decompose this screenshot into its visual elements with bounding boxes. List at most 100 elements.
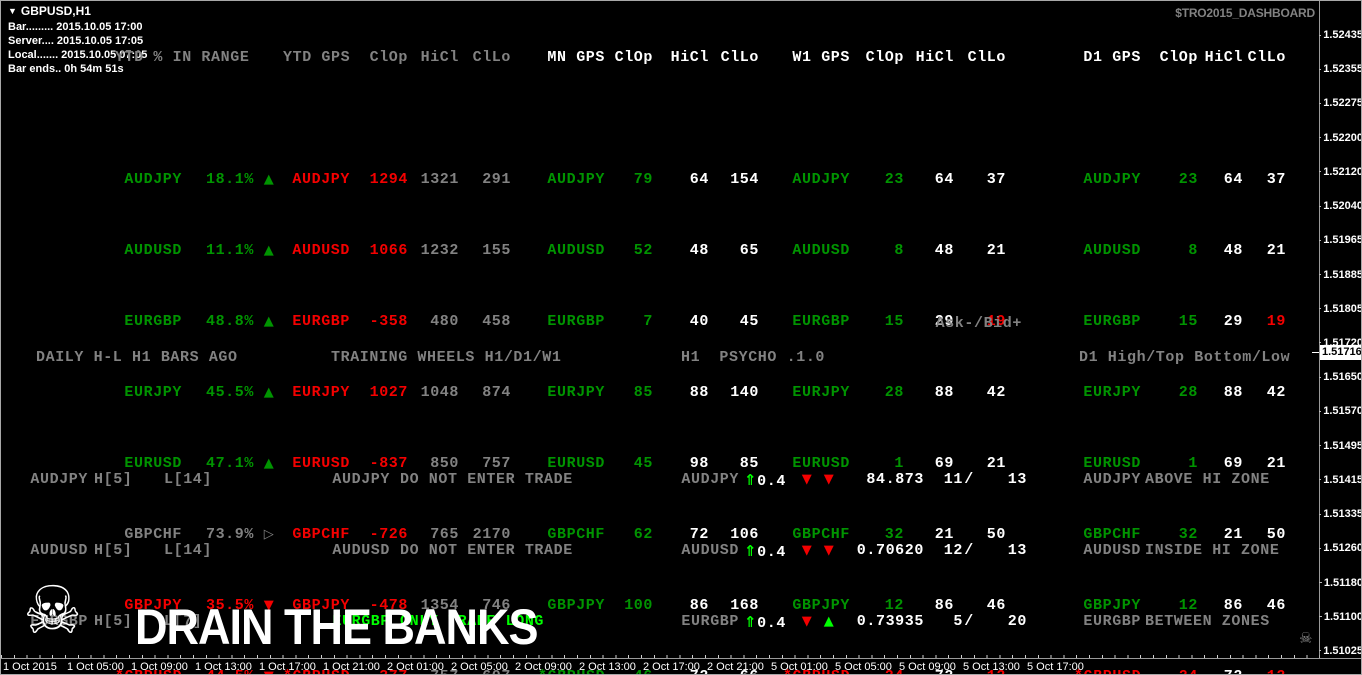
percent-cell: 18.1% bbox=[205, 171, 254, 188]
zone-cell: INSIDE HI ZONE bbox=[1145, 542, 1280, 559]
price-tick-label: 1.51415 bbox=[1319, 474, 1361, 486]
pair-cell: AUDJPY bbox=[30, 471, 88, 488]
chevron-arrow-icon: ▼ bbox=[801, 543, 813, 558]
pair-cell: AUDUSD bbox=[124, 242, 182, 259]
time-label: 1 Oct 09:00 bbox=[131, 661, 188, 673]
askbid-header: Ask-/Bid+ bbox=[935, 315, 1022, 332]
trend-arrow-icon: ▲ bbox=[263, 243, 275, 258]
cllo-cell: 37 bbox=[1266, 171, 1286, 188]
price-tick-label: 1.51335 bbox=[1319, 508, 1361, 520]
price-tick-label: 1.51650 bbox=[1319, 371, 1361, 383]
clop-cell: 79 bbox=[633, 171, 653, 188]
pair-cell: AUDJPY bbox=[547, 171, 605, 188]
table-row: AUDUSD 11.1% ▲ bbox=[115, 241, 284, 261]
time-label: 1 Oct 13:00 bbox=[195, 661, 252, 673]
clop-cell: 45 bbox=[633, 455, 653, 472]
cllo-cell: 37 bbox=[986, 171, 1006, 188]
hicl-cell: 64 bbox=[1223, 171, 1243, 188]
table-row: AUDJPY 23 64 37 bbox=[1074, 170, 1286, 190]
cllo-cell: 21 bbox=[986, 242, 1006, 259]
trend-arrow-icon: ▲ bbox=[263, 172, 275, 187]
time-label: 5 Oct 13:00 bbox=[963, 661, 1020, 673]
time-label: 5 Oct 01:00 bbox=[771, 661, 828, 673]
trend-arrow-icon: ▷ bbox=[263, 527, 275, 542]
clop-cell: 52 bbox=[633, 242, 653, 259]
pair-cell: EURGBP bbox=[1083, 613, 1141, 630]
momentum-cell: ⇑0.4 bbox=[739, 541, 796, 563]
price-scale[interactable]: 1.52435 1.52355 1.52275 1.52200 1.52120 … bbox=[1319, 29, 1361, 657]
pair-cell: AUDUSD bbox=[332, 542, 390, 559]
time-label: 2 Oct 17:00 bbox=[643, 661, 700, 673]
table-row: AUDUSD 8 48 21 bbox=[783, 241, 1006, 261]
d1-zones-table: D1 High/Top Bottom/Low AUDJPY ABOVE HI ZO… bbox=[1074, 314, 1290, 674]
hicl-cell: 48 bbox=[934, 242, 954, 259]
time-label: 1 Oct 17:00 bbox=[259, 661, 316, 673]
psycho-rows: AUDJPY ⇑0.4 ▼ ▼ 84.873 11/13 AUDUSD ⇑0.4 ▼ ▼ 0.70… bbox=[672, 402, 1027, 674]
table-row: AUDUSD 8 48 21 bbox=[1074, 241, 1286, 261]
chevron-arrow-icon: ▼ bbox=[801, 614, 813, 629]
table-row: AUDUSD DO NOT ENTER TRADE bbox=[323, 541, 573, 561]
small-skull-icon: ☠ bbox=[1299, 629, 1313, 647]
pair-cell: AUDJPY bbox=[792, 171, 850, 188]
trend-arrow-icon: ▲ bbox=[263, 456, 275, 471]
direction-arrows-cell: ▼ ▲ bbox=[796, 612, 846, 632]
low-bars-ago-cell: L[14] bbox=[164, 471, 213, 488]
price-tick-label: 1.51965 bbox=[1319, 234, 1361, 246]
clop-cell: 85 bbox=[633, 384, 653, 401]
cllo-cell: 21 bbox=[1266, 242, 1286, 259]
table-row: AUDUSD ⇑0.4 ▼ ▼ 0.70620 12/13 bbox=[672, 541, 1027, 563]
table-row: AUDUSD 52 48 65 bbox=[538, 241, 759, 261]
psycho-value: 0.4 bbox=[757, 615, 786, 632]
time-axis[interactable]: 1 Oct 2015 1 Oct 05:00 1 Oct 09:00 1 Oct… bbox=[1, 655, 1361, 674]
clop-cell: 8 bbox=[1188, 242, 1198, 259]
ask-cell: 5 bbox=[953, 613, 963, 630]
clop-cell: 1294 bbox=[369, 171, 408, 188]
symbol-period-label: GBPUSD,H1 bbox=[20, 4, 91, 18]
terminal-window: ▼ GBPUSD,H1 Bar......... 2015.10.05 17:00… bbox=[0, 0, 1362, 675]
askbid-separator: / bbox=[964, 471, 974, 488]
section-header: DAILY H-L H1 BARS AGO bbox=[36, 349, 238, 366]
section-header: H1 PSYCHO .1.0 Ask-/Bid+ bbox=[681, 315, 1022, 366]
clop-cell: 62 bbox=[633, 526, 653, 543]
collapse-triangle-icon[interactable]: ▼ bbox=[8, 6, 17, 16]
trend-arrow-icon: ▲ bbox=[263, 385, 275, 400]
price-cell: 0.70620 bbox=[856, 542, 924, 559]
momentum-cell: ⇑0.4 bbox=[739, 470, 796, 492]
cllo-cell: 65 bbox=[739, 242, 759, 259]
pair-cell: AUDUSD bbox=[547, 242, 605, 259]
pair-cell: AUDJPY bbox=[292, 171, 350, 188]
block-arrow-icon: ⇑ bbox=[744, 471, 758, 489]
high-bars-ago-cell: H[5] bbox=[94, 542, 133, 559]
time-label: 2 Oct 01:00 bbox=[387, 661, 444, 673]
cllo-cell: 154 bbox=[730, 171, 759, 188]
clop-cell: 1066 bbox=[369, 242, 408, 259]
bid-cell: 13 bbox=[1007, 542, 1027, 559]
table-row: AUDUSD H[5] L[14] bbox=[21, 541, 238, 561]
table-row: EURGBP BETWEEN ZONES bbox=[1074, 612, 1290, 632]
table-row: AUDJPY 1294 1321 291 bbox=[283, 170, 511, 190]
price-tick-label: 1.51100 bbox=[1319, 611, 1361, 623]
pair-cell: AUDUSD bbox=[30, 542, 88, 559]
pair-cell: EURGBP bbox=[681, 613, 739, 630]
time-label: 2 Oct 21:00 bbox=[707, 661, 764, 673]
price-tick-label: 1.51180 bbox=[1319, 577, 1361, 589]
table-row: EURGBP ⇑0.4 ▼ ▲ 0.73935 5/20 bbox=[672, 612, 1027, 632]
table-row: AUDJPY ABOVE HI ZONE bbox=[1074, 470, 1290, 490]
cllo-cell: 291 bbox=[482, 171, 511, 188]
chevron-arrow-icon: ▲ bbox=[823, 614, 835, 629]
direction-arrows-cell: ▼ ▼ bbox=[796, 470, 846, 490]
price-tick-label: 1.52120 bbox=[1319, 166, 1361, 178]
pair-cell: AUDJPY bbox=[1083, 171, 1141, 188]
price-tick-label: 1.52040 bbox=[1319, 200, 1361, 212]
time-label: 1 Oct 2015 bbox=[3, 661, 57, 673]
bid-cell: 20 bbox=[1007, 613, 1027, 630]
clop-cell: 100 bbox=[624, 597, 653, 614]
hicl-cell: 1232 bbox=[420, 242, 459, 259]
time-label: 5 Oct 09:00 bbox=[899, 661, 956, 673]
section-header: W1 GPS ClOp HiCl ClLo bbox=[792, 49, 1006, 66]
pair-cell: AUDUSD bbox=[1083, 242, 1141, 259]
table-row: AUDJPY 79 64 154 bbox=[538, 170, 759, 190]
table-row: AUDUSD INSIDE HI ZONE bbox=[1074, 541, 1290, 561]
percent-cell: 11.1% bbox=[205, 242, 254, 259]
chevron-arrow-icon: ▼ bbox=[823, 543, 835, 558]
